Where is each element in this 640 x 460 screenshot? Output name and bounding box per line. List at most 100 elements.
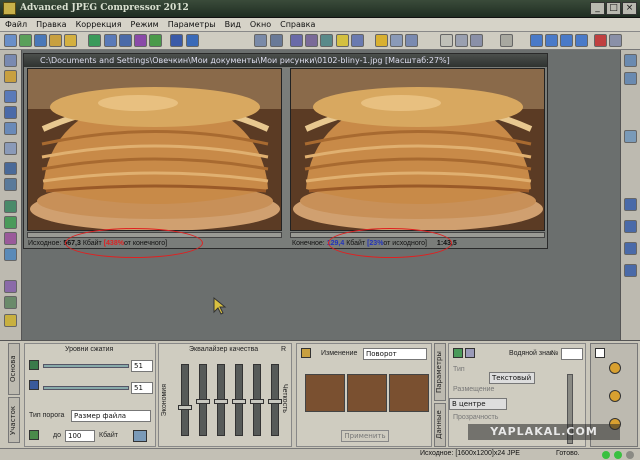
threshold-type-select[interactable]: Размер файла [71,410,151,422]
panel-g-icon[interactable] [624,264,637,277]
panel-c-icon[interactable] [624,130,637,143]
zoom-icon[interactable] [405,34,418,47]
rotate-preview-3[interactable] [389,374,429,412]
menu-parameters[interactable]: Параметры [168,20,216,29]
panel-e-icon[interactable] [624,220,637,233]
panel-f-icon[interactable] [624,242,637,255]
rotate-preview-2[interactable] [347,374,387,412]
tool-layers-icon[interactable] [4,106,17,119]
tile-icon[interactable] [455,34,468,47]
result-image-pane[interactable] [290,68,545,231]
view3-icon[interactable] [560,34,573,47]
tool-light-icon[interactable] [4,314,17,327]
close-doc-icon[interactable] [594,34,607,47]
panel-a-icon[interactable] [624,54,637,67]
eq-knob-3[interactable] [214,399,228,404]
watermark-icon[interactable] [453,348,463,358]
compare-icon[interactable] [134,34,147,47]
tool-filter-icon[interactable] [4,280,17,293]
resize-icon[interactable] [351,34,364,47]
tool-histogram-icon[interactable] [4,200,17,213]
eq-knob-1[interactable] [178,405,192,410]
apply-button[interactable]: Применить [341,430,389,442]
menu-window[interactable]: Окно [250,20,271,29]
eq-band-1[interactable] [178,364,192,436]
add-icon[interactable] [88,34,101,47]
minimize-button[interactable]: _ [590,2,605,15]
tool-palette-icon[interactable] [4,232,17,245]
level1-slider[interactable] [43,364,129,368]
options-icon[interactable] [609,34,622,47]
window-icon[interactable] [440,34,453,47]
rotate-icon[interactable] [305,34,318,47]
view2-icon[interactable] [545,34,558,47]
open-icon[interactable] [19,34,32,47]
change-select[interactable]: Поворот [363,348,427,360]
tool-view-icon[interactable] [4,90,17,103]
cascade-icon[interactable] [470,34,483,47]
paste-icon[interactable] [119,34,132,47]
tool-select-icon[interactable] [4,54,17,67]
copy-icon[interactable] [104,34,117,47]
tool-table-icon[interactable] [4,178,17,191]
source-image-pane[interactable] [27,68,282,231]
tab-main[interactable]: Основа [8,343,20,395]
eq-band-6[interactable] [268,364,282,436]
save-icon[interactable] [34,34,47,47]
view1-icon[interactable] [530,34,543,47]
type-select[interactable]: Текстовый [489,372,535,384]
maximize-button[interactable]: □ [606,2,621,15]
menu-correction[interactable]: Коррекция [76,20,122,29]
layout-icon[interactable] [254,34,267,47]
chain-icon[interactable] [29,380,39,390]
eq-knob-5[interactable] [250,399,264,404]
flip-icon[interactable] [320,34,333,47]
split-icon[interactable] [270,34,283,47]
eq-band-2[interactable] [196,364,210,436]
side-circle-icon-2[interactable] [609,390,621,402]
edit-icon[interactable] [336,34,349,47]
side-checkbox[interactable] [595,348,605,358]
grid-icon[interactable] [500,34,513,47]
tool-effects-icon[interactable] [4,296,17,309]
eq-band-5[interactable] [250,364,264,436]
close-button[interactable]: × [622,2,637,15]
help-icon[interactable] [186,34,199,47]
check-icon[interactable] [149,34,162,47]
pointer-icon[interactable] [390,34,403,47]
tab-parameters[interactable]: Параметры [434,343,446,401]
level2-slider[interactable] [43,386,129,390]
tool-compare-icon[interactable] [4,122,17,135]
view4-icon[interactable] [575,34,588,47]
tool-channels-icon[interactable] [4,248,17,261]
tab-area[interactable]: Участок [8,397,20,443]
rotate-preview-1[interactable] [305,374,345,412]
link-icon[interactable] [29,360,39,370]
tool-color-icon[interactable] [4,216,17,229]
info-icon[interactable] [170,34,183,47]
level2-input[interactable]: 51 [131,382,153,394]
folder-icon[interactable] [49,34,62,47]
menu-help[interactable]: Справка [280,20,315,29]
eq-knob-6[interactable] [268,399,282,404]
tool-info-icon[interactable] [4,162,17,175]
tool-brush-icon[interactable] [4,70,17,83]
panel-d-icon[interactable] [624,198,637,211]
eq-knob-4[interactable] [232,399,246,404]
eq-band-4[interactable] [232,364,246,436]
hand-icon[interactable] [375,34,388,47]
crop-icon[interactable] [290,34,303,47]
tab-data[interactable]: Данные [434,403,446,447]
menu-mode[interactable]: Режим [131,20,159,29]
threshold-icon[interactable] [29,430,39,440]
kb-spin-icon[interactable] [133,430,147,442]
eq-band-3[interactable] [214,364,228,436]
level1-input[interactable]: 51 [131,360,153,372]
menu-edit[interactable]: Правка [36,20,66,29]
kb-input[interactable]: 100 [65,430,95,442]
placement-select[interactable]: В центре [449,398,507,410]
side-circle-icon-1[interactable] [609,362,621,374]
watermark-edit-icon[interactable] [465,348,475,358]
watermark-number-input[interactable] [561,348,583,360]
menu-view[interactable]: Вид [225,20,241,29]
